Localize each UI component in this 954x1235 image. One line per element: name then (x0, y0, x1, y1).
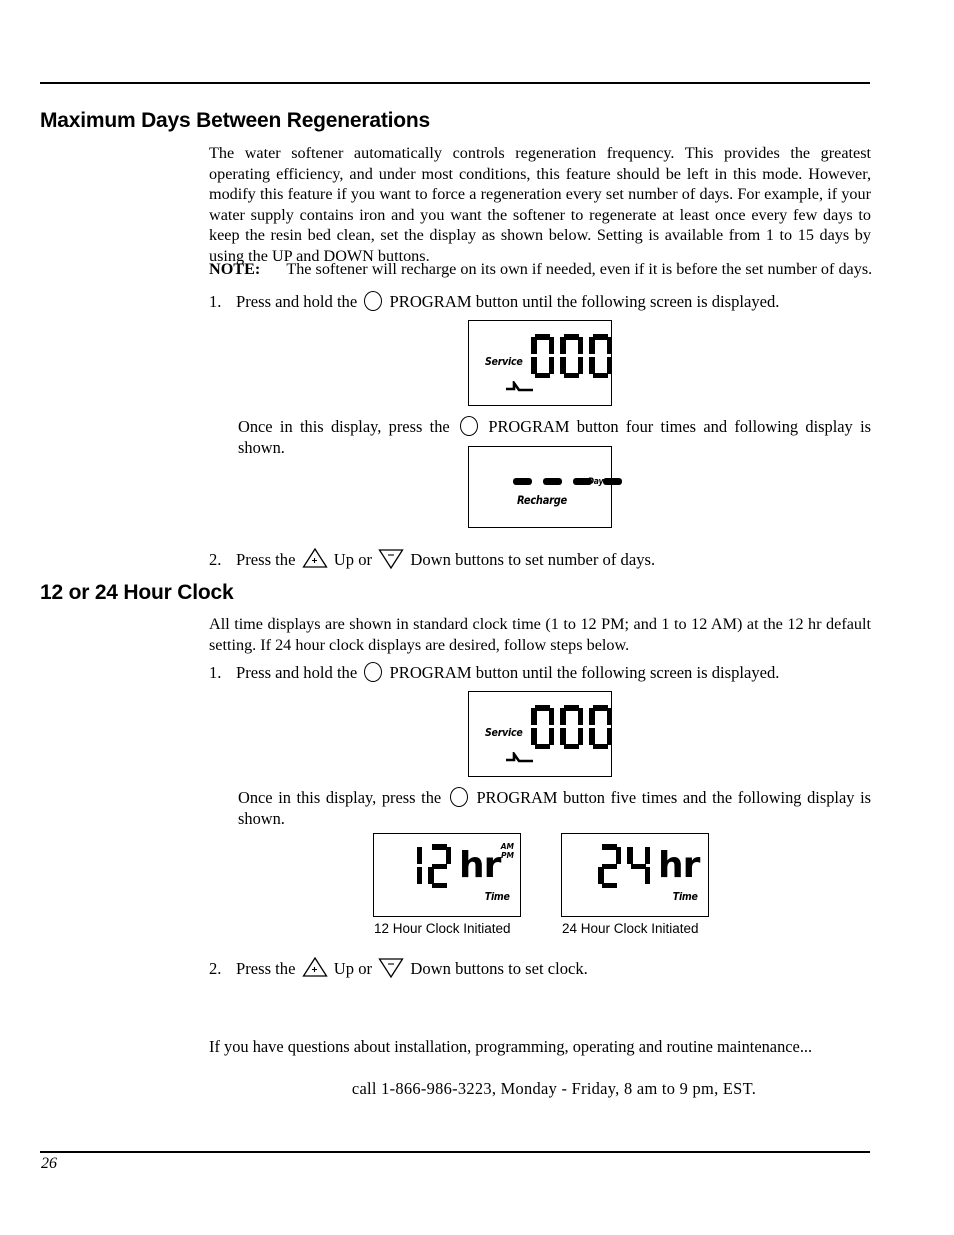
step-text-before: Press the (236, 550, 296, 569)
lcd-label-time: Time (485, 891, 510, 903)
seven-segment-digit (410, 844, 422, 888)
triangle-up-plus-icon[interactable] (301, 548, 328, 569)
circle-program-button-icon[interactable] (449, 787, 468, 807)
seven-segment-digit (598, 844, 621, 888)
step-2-clock: 2. Press the Up or Down buttons to set cl… (209, 957, 899, 980)
seven-segment-digit (560, 705, 583, 749)
section-heading-12-or-24-hour-clock: 12 or 24 Hour Clock (40, 581, 234, 604)
step-text-before: Press the (236, 959, 296, 978)
step-2-maximum-days: 2. Press the Up or Down buttons to set nu… (209, 548, 899, 571)
triangle-up-plus-icon[interactable] (301, 957, 328, 978)
step-1-maximum-days: 1. Press and hold the PROGRAM button unti… (209, 291, 899, 313)
lcd-digits-dashes (513, 460, 633, 485)
step-number: 2. (209, 550, 222, 569)
lcd-label-service: Service (485, 355, 523, 368)
seven-segment-digit (589, 705, 612, 749)
lcd-label-day: Day (587, 477, 604, 487)
step-text-after: Down buttons to set clock. (410, 959, 588, 978)
triangle-down-minus-icon[interactable] (378, 548, 404, 569)
seven-segment-digit (531, 334, 554, 378)
circle-program-button-icon[interactable] (364, 291, 383, 311)
closing-call-text: call 1-866-986-3223, Monday - Friday, 8 … (351, 1079, 757, 1098)
step-text-after: PROGRAM button until the following scree… (389, 663, 780, 682)
paragraph-clock: All time displays are shown in standard … (209, 615, 871, 654)
section-heading-maximum-days: Maximum Days Between Regenerations (40, 109, 430, 132)
triangle-down-minus-icon[interactable] (378, 957, 404, 978)
lcd-display-12-hour: hr AM PM Time (373, 833, 521, 917)
caption-24-hour-clock: 24 Hour Clock Initiated (562, 921, 699, 936)
lcd-digits-24hr: hr (598, 844, 700, 888)
lcd-label-pm: PM (501, 851, 514, 860)
seven-segment-digit (531, 705, 554, 749)
segment-dash (543, 478, 562, 485)
lcd-label-recharge: Recharge (517, 493, 568, 507)
step-number: 2. (209, 959, 222, 978)
page-number: 26 (41, 1155, 57, 1172)
seven-segment-digit (627, 844, 650, 888)
caption-12-hour-clock: 12 Hour Clock Initiated (374, 921, 511, 936)
once-text-before: Once in this display, press the (238, 788, 442, 807)
faucet-service-icon (506, 381, 533, 392)
lcd-digits-service (531, 705, 618, 749)
paragraph-maximum-days: The water softener automatically control… (209, 144, 871, 265)
lcd-label-am-pm: AM PM (501, 842, 514, 860)
note-label: NOTE: (209, 260, 261, 278)
seven-segment-digit (428, 844, 451, 888)
step-number: 1. (209, 292, 222, 311)
lcd-display-24-hour: hr Time (561, 833, 709, 917)
seven-segment-digit (589, 334, 612, 378)
step-text-after: PROGRAM button until the following scree… (389, 292, 780, 311)
step-text-after: Down buttons to set number of days. (410, 550, 656, 569)
lcd-display-service: Service (468, 691, 612, 777)
lcd-digits-12hr: hr (410, 844, 501, 888)
step-text-mid: Up or (333, 550, 373, 569)
faucet-service-icon (506, 752, 533, 763)
step-text-mid: Up or (333, 959, 373, 978)
once-text-before: Once in this display, press the (238, 417, 450, 436)
header-rule (40, 82, 870, 84)
segment-dash (513, 478, 532, 485)
circle-program-button-icon[interactable] (460, 416, 479, 436)
seven-segment-digit (560, 334, 583, 378)
lcd-label-am: AM (500, 842, 514, 851)
closing-questions-text: If you have questions about installation… (209, 1037, 813, 1056)
lcd-text-hr: hr (658, 845, 700, 886)
segment-dash (603, 478, 622, 485)
step-text-before: Press and hold the (236, 663, 358, 682)
lcd-text-hr: hr (459, 845, 501, 886)
lcd-label-time: Time (673, 891, 698, 903)
step-1-clock: 1. Press and hold the PROGRAM button unti… (209, 662, 899, 684)
circle-program-button-icon[interactable] (364, 662, 383, 682)
lcd-display-recharge-day: Day Recharge (468, 446, 622, 528)
step-number: 1. (209, 663, 222, 682)
lcd-display-service: Service (468, 320, 612, 406)
footer-rule (40, 1151, 870, 1153)
instruction-once-clock: Once in this display, press the PROGRAM … (238, 787, 871, 829)
document-page: Maximum Days Between Regenerations The w… (0, 0, 954, 1235)
note-text: The softener will recharge on its own if… (286, 260, 873, 278)
step-text-before: Press and hold the (236, 292, 358, 311)
lcd-label-service: Service (485, 726, 523, 739)
note-row-maximum-days: NOTE: The softener will recharge on its … (209, 259, 899, 279)
lcd-digits-service (531, 334, 618, 378)
